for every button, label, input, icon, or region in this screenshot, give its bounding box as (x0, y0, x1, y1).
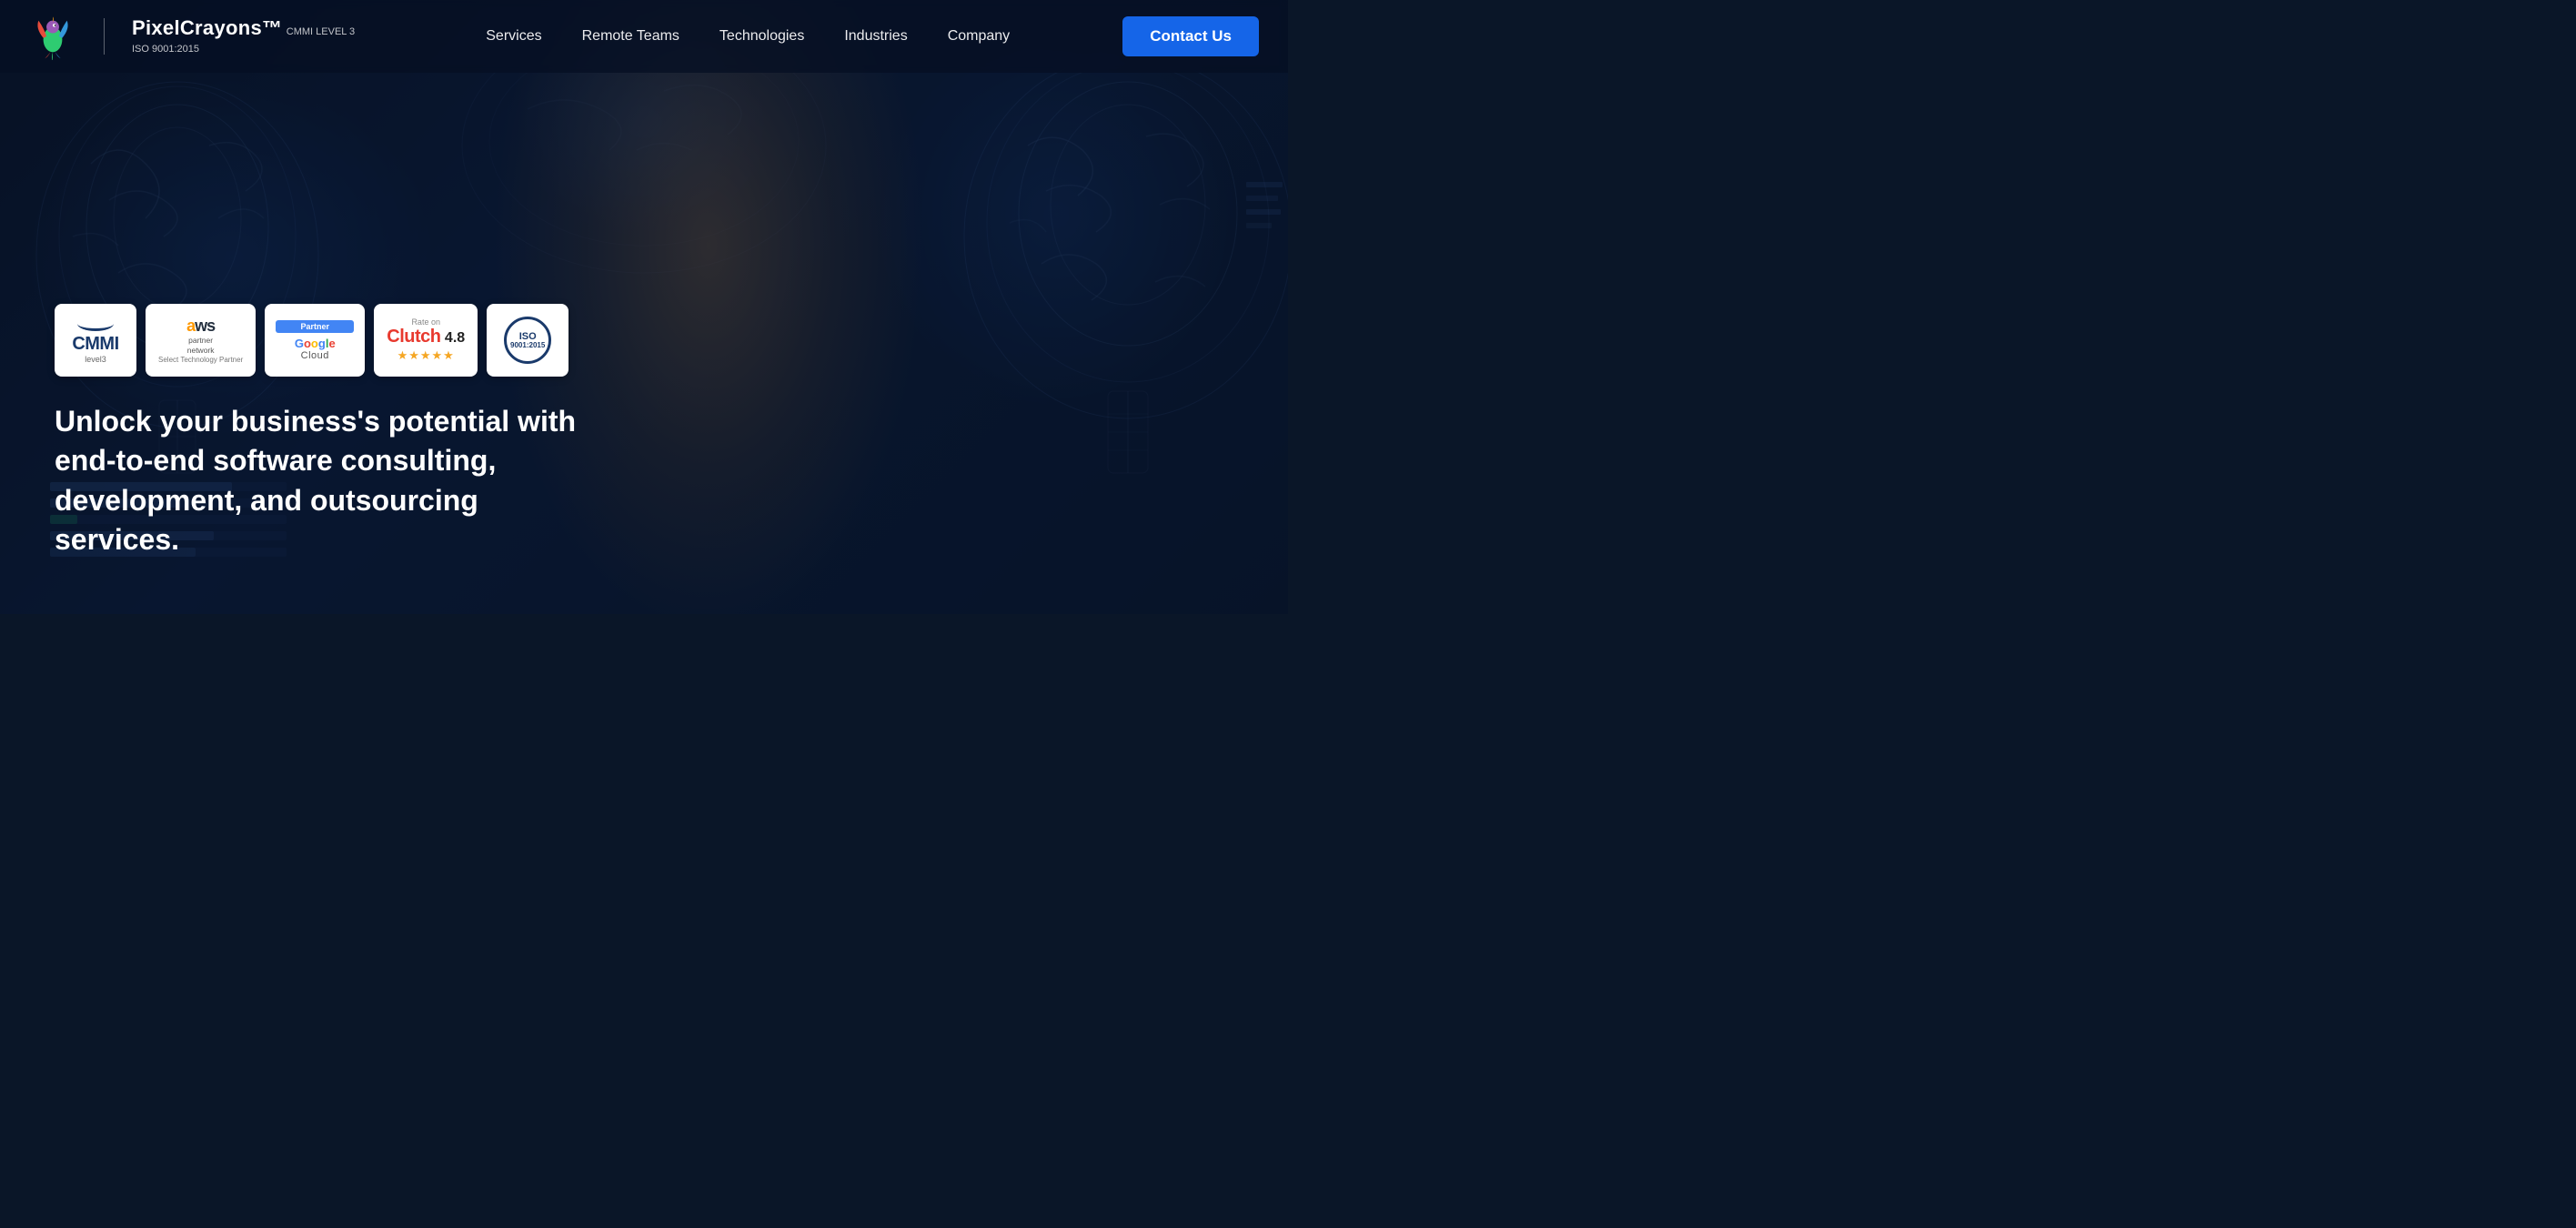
gc-partner-label: Partner (276, 320, 354, 333)
aws-badge: aws partnernetwork Select Technology Par… (146, 304, 256, 377)
clutch-stars: ★★★★★ (397, 348, 455, 363)
aws-select: Select Technology Partner (158, 356, 243, 364)
iso-circle: ISO 9001:2015 (504, 317, 551, 364)
hero-content: CMMI level3 aws partnernetwork Select Te… (55, 304, 579, 559)
clutch-logo: Clutch 4.8 (387, 327, 465, 347)
nav-remote-teams[interactable]: Remote Teams (562, 28, 699, 45)
badges-row: CMMI level3 aws partnernetwork Select Te… (55, 304, 579, 377)
cmmi-label: CMMI (72, 333, 118, 355)
iso-badge: ISO 9001:2015 (487, 304, 569, 377)
cmmi-arc (77, 317, 114, 331)
logo-bird-icon (29, 13, 76, 60)
iso-num: 9001:2015 (510, 342, 545, 349)
clutch-badge: Rate on Clutch 4.8 ★★★★★ (374, 304, 478, 377)
cmmi-badge: CMMI level3 (55, 304, 136, 377)
nav-company[interactable]: Company (928, 28, 1030, 45)
aws-logo: aws (186, 317, 215, 336)
navbar: PixelCrayons™ CMMI LEVEL 3 ISO 9001:2015… (0, 0, 1288, 73)
nav-links: Services Remote Teams Technologies Indus… (391, 28, 1104, 45)
gc-logo: Google (295, 337, 336, 350)
aws-sub: partnernetwork (187, 336, 215, 356)
google-cloud-badge: Partner Google Cloud (265, 304, 365, 377)
hero-section: PixelCrayons™ CMMI LEVEL 3 ISO 9001:2015… (0, 0, 1288, 614)
nav-services[interactable]: Services (466, 28, 561, 45)
brand-name: PixelCrayons™ (132, 16, 282, 39)
hero-headline: Unlock your business's potential with en… (55, 402, 579, 559)
nav-technologies[interactable]: Technologies (699, 28, 824, 45)
gc-cloud-label: Cloud (301, 350, 329, 361)
cmmi-sub: level3 (85, 355, 106, 364)
nav-industries[interactable]: Industries (824, 28, 927, 45)
clutch-rate-label: Rate on (411, 317, 440, 327)
contact-us-button[interactable]: Contact Us (1122, 16, 1259, 56)
logo-divider (104, 18, 105, 55)
logo-text-area: PixelCrayons™ CMMI LEVEL 3 ISO 9001:2015 (132, 16, 355, 57)
logo-link[interactable]: PixelCrayons™ CMMI LEVEL 3 ISO 9001:2015 (29, 13, 355, 60)
